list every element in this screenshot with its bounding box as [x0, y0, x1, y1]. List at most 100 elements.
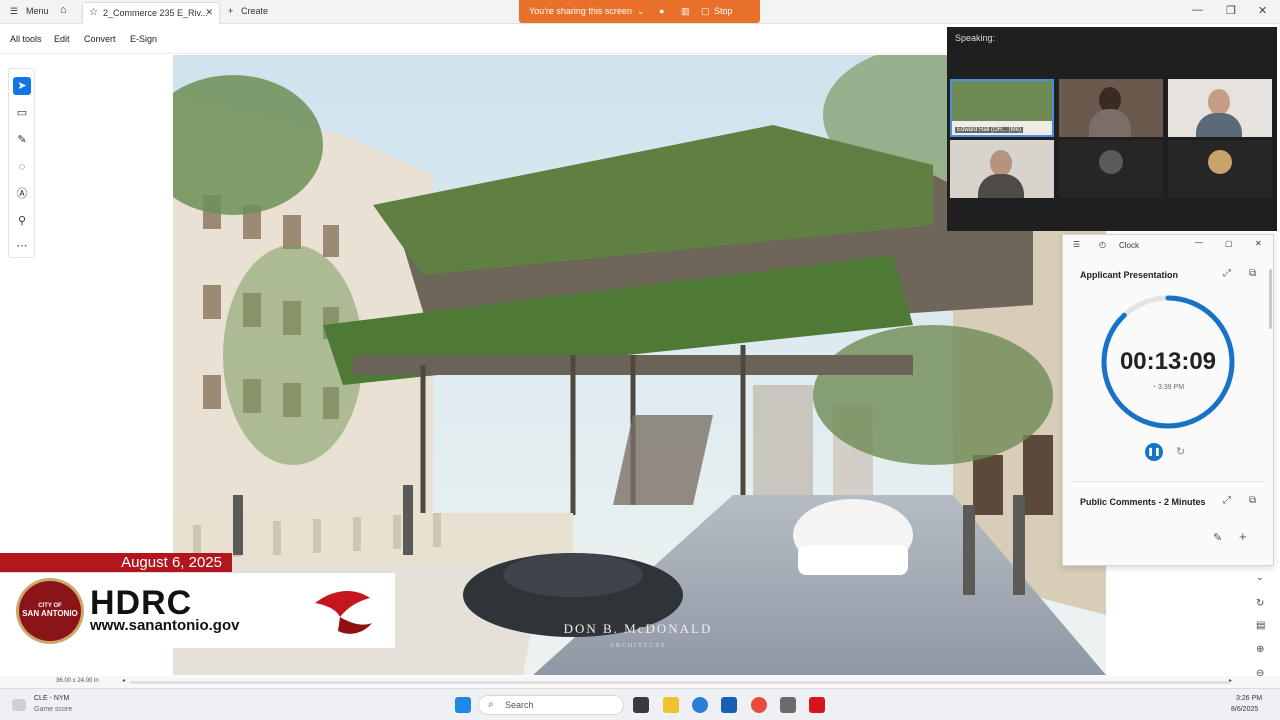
timer-title: Applicant Presentation: [1080, 270, 1179, 280]
clock-icon: ◴: [1099, 240, 1106, 249]
add-timer-icon[interactable]: +: [1239, 529, 1247, 544]
participant-tile-6[interactable]: [1168, 140, 1272, 198]
pause-button[interactable]: ❚❚: [1145, 443, 1163, 461]
page-icon[interactable]: ▤: [1256, 620, 1265, 631]
broadcast-date-bar: August 6, 2025: [0, 553, 232, 572]
taskbar-search[interactable]: ⌕ Search: [478, 695, 624, 715]
clock-app-icon[interactable]: [780, 697, 796, 713]
lasso-icon[interactable]: ◌: [13, 158, 31, 176]
windows-taskbar: CLE - NYM Game score ⌕ Search 3:26 PM 8/…: [0, 688, 1280, 720]
chrome-icon[interactable]: [751, 697, 767, 713]
app-title-bar: ☰ Menu ⌂ ☆ 2_Commerce 235 E_Riv... ✕ + C…: [0, 0, 1280, 24]
speaking-label: Speaking:: [955, 33, 996, 43]
start-icon[interactable]: [455, 697, 471, 713]
widget-line2: Game score: [34, 706, 73, 713]
avatar: [1208, 150, 1232, 174]
search-placeholder: Search: [505, 700, 534, 710]
avatar: [1208, 89, 1230, 115]
stamp-icon[interactable]: ⚲: [13, 212, 31, 230]
red-ribbon-logo: [315, 591, 372, 634]
participant-tile-3[interactable]: [1168, 79, 1272, 137]
close-window-icon[interactable]: ✕: [1258, 4, 1267, 17]
system-date[interactable]: 8/6/2025: [1231, 706, 1258, 713]
website-url: www.sanantonio.gov: [90, 617, 240, 634]
clock-app-window: ☰ ◴ Clock — ▢ ✕ Applicant Presentation ⤢…: [1062, 234, 1274, 566]
search-icon: ⌕: [488, 699, 494, 710]
expand-icon-2[interactable]: ⤢: [1223, 495, 1231, 506]
weather-widget-icon[interactable]: [12, 699, 26, 711]
star-icon[interactable]: ☆: [89, 7, 98, 18]
avatar: [1099, 150, 1123, 174]
clock-title: Clock: [1119, 241, 1140, 250]
plus-icon[interactable]: +: [228, 6, 233, 16]
text-box-icon[interactable]: Ⓐ: [13, 185, 31, 203]
minimize-icon[interactable]: —: [1192, 4, 1203, 16]
more-tools-icon[interactable]: ⋯: [13, 237, 31, 255]
seal-line2: SAN ANTONIO: [22, 609, 78, 618]
create-button[interactable]: Create: [241, 6, 268, 16]
right-mini-toolbar: ⌄ ↻ ▤ ⊕ ⊖: [1256, 572, 1274, 682]
acrobat-icon[interactable]: [809, 697, 825, 713]
file-explorer-icon[interactable]: [663, 697, 679, 713]
edge-icon[interactable]: [692, 697, 708, 713]
participant-tile-4[interactable]: [950, 140, 1054, 198]
city-seal-logo: CITY OF SAN ANTONIO: [16, 578, 84, 644]
page-size-text: 36.00 x 24.00 in: [56, 678, 99, 684]
restore-icon[interactable]: ❐: [1226, 4, 1236, 17]
architect-watermark-sub: ARCHITECTS: [609, 643, 666, 649]
menu-icon[interactable]: ☰: [10, 6, 18, 17]
esign-menu[interactable]: E-Sign: [130, 34, 157, 44]
convert-menu[interactable]: Convert: [84, 34, 116, 44]
minimize-icon[interactable]: —: [1195, 238, 1203, 247]
reset-icon[interactable]: ↻: [1176, 445, 1185, 458]
end-time-value: 3:39 PM: [1158, 384, 1185, 391]
store-icon[interactable]: [721, 697, 737, 713]
architect-watermark: DON B. McDONALD: [564, 621, 713, 636]
select-cursor-icon[interactable]: ➤: [13, 77, 31, 95]
scroll-left-icon[interactable]: ◂: [122, 677, 125, 684]
meeting-participants-panel: Speaking: Edward Hall (OH... (Me): [947, 27, 1277, 231]
document-status-bar: 36.00 x 24.00 in ◂ ▸: [0, 676, 1280, 688]
close-tab-icon[interactable]: ✕: [205, 7, 213, 18]
edit-menu[interactable]: Edit: [54, 34, 70, 44]
pin-icon[interactable]: ⧉: [1249, 268, 1256, 279]
all-tools-menu[interactable]: All tools: [10, 34, 42, 44]
participant-tile-5[interactable]: [1059, 140, 1163, 198]
zoom-in-icon[interactable]: ⊕: [1256, 644, 1264, 655]
scroll-right-icon[interactable]: ▸: [1229, 677, 1232, 684]
avatar: [990, 150, 1012, 176]
menu-button[interactable]: Menu: [26, 6, 49, 16]
timer-title-2: Public Comments - 2 Minutes: [1080, 497, 1206, 507]
close-icon[interactable]: ✕: [1255, 239, 1262, 248]
home-icon[interactable]: ⌂: [60, 4, 67, 16]
tool-rail: ➤ ▭ ✎ ◌ Ⓐ ⚲ ⋯: [8, 68, 35, 258]
maximize-icon[interactable]: ▢: [1225, 239, 1233, 248]
share-status-text[interactable]: You're sharing this screen: [529, 6, 632, 16]
hamburger-icon[interactable]: ☰: [1073, 240, 1080, 249]
refresh-icon[interactable]: ↻: [1256, 598, 1264, 609]
stop-button[interactable]: Stop: [714, 6, 733, 16]
divider: [1071, 481, 1265, 482]
pin-icon-2[interactable]: ⧉: [1249, 495, 1256, 506]
chevron-down-icon[interactable]: ⌄: [1256, 572, 1264, 583]
main-toolbar: All tools Edit Convert E-Sign: [0, 24, 946, 54]
timer-end-time: ◔ 3:39 PM: [1063, 384, 1273, 391]
screen-share-bar: You're sharing this screen ⌄ ● ▥ ▢ Stop: [519, 0, 760, 23]
participant-name: Edward Hall (OH... (Me): [955, 127, 1024, 133]
participant-tile-2[interactable]: [1059, 79, 1163, 137]
expand-icon[interactable]: ⤢: [1223, 268, 1231, 279]
comment-icon[interactable]: ▭: [13, 104, 31, 122]
document-tab[interactable]: ☆ 2_Commerce 235 E_Riv... ✕: [82, 2, 220, 24]
task-view-icon[interactable]: [633, 697, 649, 713]
stop-share-icon[interactable]: ▢: [701, 6, 710, 17]
microphone-icon[interactable]: ●: [659, 6, 664, 16]
edit-pencil-icon[interactable]: ✎: [1213, 531, 1222, 544]
horizontal-scrollbar[interactable]: [130, 681, 1230, 684]
participant-tile-self[interactable]: Edward Hall (OH... (Me): [950, 79, 1054, 137]
system-time[interactable]: 3:26 PM: [1236, 695, 1262, 702]
timer-countdown: 00:13:09: [1119, 348, 1217, 375]
chevron-down-icon[interactable]: ⌄: [637, 6, 645, 17]
scrollbar[interactable]: [1269, 269, 1272, 329]
pause-share-icon[interactable]: ▥: [681, 6, 690, 17]
highlight-pen-icon[interactable]: ✎: [13, 131, 31, 149]
